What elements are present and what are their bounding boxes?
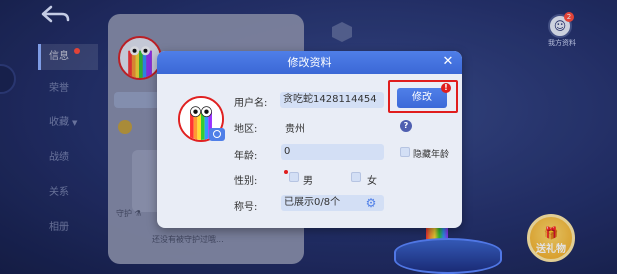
hide-age-label: 隐藏年龄 [413, 150, 450, 160]
camera-icon[interactable] [209, 128, 225, 141]
required-dot [284, 170, 288, 174]
gear-icon[interactable]: ⚙ [365, 197, 377, 209]
gender-female-label: 女 [367, 176, 377, 187]
alert-badge: ! [441, 83, 451, 93]
age-input[interactable]: 0 [281, 144, 384, 160]
edit-profile-dialog: 修改资料 ✕ 用户名: 贪吃蛇1428114454 修改 ! 地区: 贵州 ? … [157, 51, 462, 228]
region-label: 地区: [234, 124, 258, 135]
dialog-title: 修改资料 [287, 56, 332, 69]
region-value[interactable]: 贵州 [285, 120, 305, 135]
age-label: 年龄: [234, 151, 258, 162]
gender-label: 性别: [234, 176, 258, 187]
title-label: 称号: [234, 202, 258, 213]
username-field: 贪吃蛇1428114454 [280, 92, 384, 108]
hide-age-checkbox[interactable] [400, 147, 410, 157]
username-label: 用户名: [234, 98, 268, 109]
help-icon[interactable]: ? [400, 120, 412, 132]
close-icon[interactable]: ✕ [440, 54, 456, 70]
gender-female-checkbox[interactable] [351, 172, 361, 182]
gender-male-label: 男 [303, 176, 313, 187]
edit-username-button[interactable]: 修改 [397, 88, 447, 108]
gender-male-checkbox[interactable] [289, 172, 299, 182]
title-value: 已展示0/8个 [284, 197, 341, 208]
